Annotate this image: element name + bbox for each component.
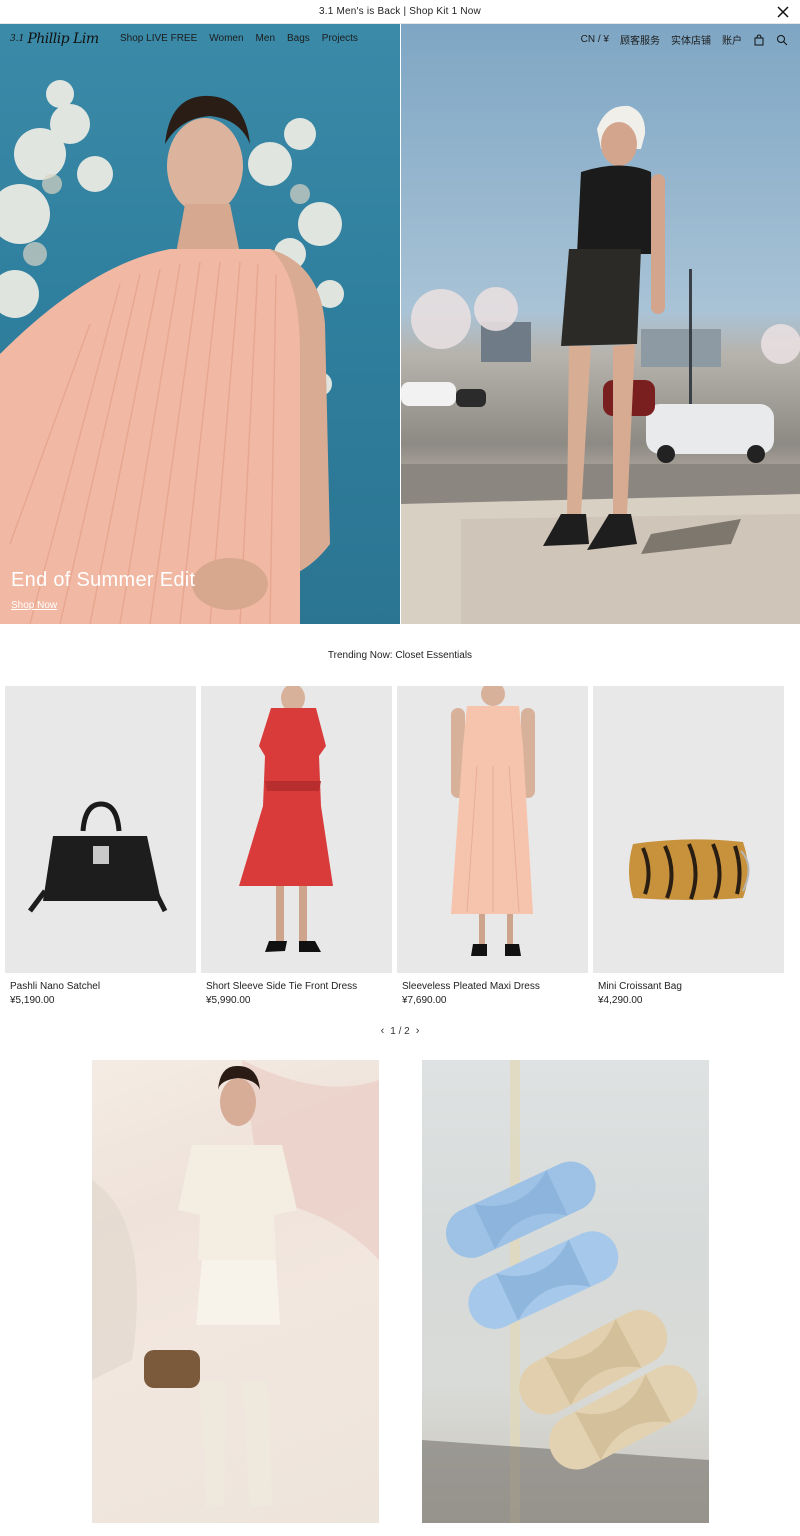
logo-script: Phillip Lim <box>27 31 99 47</box>
hero-image-left[interactable] <box>0 24 400 624</box>
nav-item-shop-live-free[interactable]: Shop LIVE FREE <box>120 33 197 44</box>
primary-nav: Shop LIVE FREE Women Men Bags Projects <box>120 33 358 44</box>
product-image-satchel[interactable] <box>5 686 196 973</box>
product-card[interactable]: Pashli Nano Satchel ¥5,190.00 <box>5 686 196 1006</box>
shopping-bag-icon[interactable] <box>753 33 765 46</box>
trending-title: Trending Now: Closet Essentials <box>327 650 473 661</box>
product-name[interactable]: Short Sleeve Side Tie Front Dress <box>206 981 357 992</box>
announcement-bar: 3.1 Men's is Back | Shop Kit 1 Now <box>0 0 800 24</box>
nav-item-bags[interactable]: Bags <box>287 33 310 44</box>
hero-title: End of Summer Edit <box>11 569 196 591</box>
product-price: ¥5,190.00 <box>10 995 55 1006</box>
hero-shop-now-link[interactable]: Shop Now <box>11 600 57 611</box>
product-card[interactable]: Short Sleeve Side Tie Front Dress ¥5,990… <box>201 686 392 1006</box>
product-name[interactable]: Pashli Nano Satchel <box>10 981 100 992</box>
chevron-left-icon[interactable]: ‹ <box>381 1025 385 1037</box>
chevron-right-icon[interactable]: › <box>416 1025 420 1037</box>
editorial-image-right[interactable] <box>422 1060 709 1523</box>
brand-logo[interactable]: 3.1 Phillip Lim <box>10 29 99 49</box>
nav-item-men[interactable]: Men <box>256 33 275 44</box>
product-image-red-dress[interactable] <box>201 686 392 973</box>
announcement-text[interactable]: 3.1 Men's is Back | Shop Kit 1 Now <box>319 6 481 17</box>
product-name[interactable]: Sleeveless Pleated Maxi Dress <box>402 981 540 992</box>
product-carousel: Pashli Nano Satchel ¥5,190.00 Short Slee… <box>5 686 795 1006</box>
stores-link[interactable]: 实体店铺 <box>671 32 711 47</box>
product-image-croissant-bag[interactable] <box>593 686 784 973</box>
utility-nav: CN / ¥ 顾客服务 实体店铺 账户 <box>581 32 788 47</box>
editorial-image-left[interactable] <box>92 1060 379 1523</box>
search-icon[interactable] <box>776 34 788 46</box>
pager-count: 1 / 2 <box>390 1025 410 1037</box>
product-price: ¥7,690.00 <box>402 995 447 1006</box>
main-header: 3.1 Phillip Lim Shop LIVE FREE Women Men… <box>0 24 800 54</box>
product-name[interactable]: Mini Croissant Bag <box>598 981 682 992</box>
carousel-pager: ‹ 1 / 2 › <box>0 1025 800 1037</box>
product-price: ¥4,290.00 <box>598 995 643 1006</box>
nav-item-projects[interactable]: Projects <box>322 33 358 44</box>
hero-banner[interactable] <box>0 24 800 624</box>
product-card[interactable]: Sleeveless Pleated Maxi Dress ¥7,690.00 <box>397 686 588 1006</box>
product-price: ¥5,990.00 <box>206 995 251 1006</box>
nav-item-women[interactable]: Women <box>209 33 243 44</box>
product-image-pink-dress[interactable] <box>397 686 588 973</box>
close-icon[interactable] <box>776 5 790 19</box>
logo-number: 3.1 <box>10 34 25 44</box>
account-link[interactable]: 账户 <box>722 32 742 47</box>
customer-service-link[interactable]: 顾客服务 <box>620 32 660 47</box>
locale-selector[interactable]: CN / ¥ <box>581 34 609 45</box>
hero-image-right[interactable] <box>401 24 800 624</box>
product-card[interactable]: Mini Croissant Bag ¥4,290.00 <box>593 686 784 1006</box>
